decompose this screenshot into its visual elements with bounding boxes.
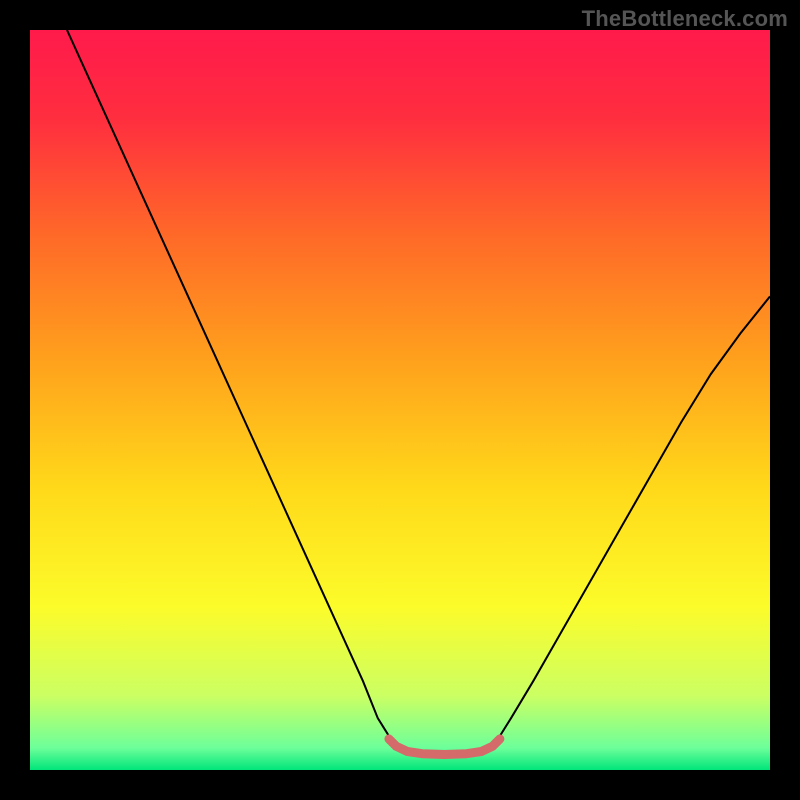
watermark-text: TheBottleneck.com — [582, 6, 788, 32]
plot-area — [30, 30, 770, 770]
bottleneck-chart — [30, 30, 770, 770]
chart-background — [30, 30, 770, 770]
chart-frame: TheBottleneck.com — [0, 0, 800, 800]
